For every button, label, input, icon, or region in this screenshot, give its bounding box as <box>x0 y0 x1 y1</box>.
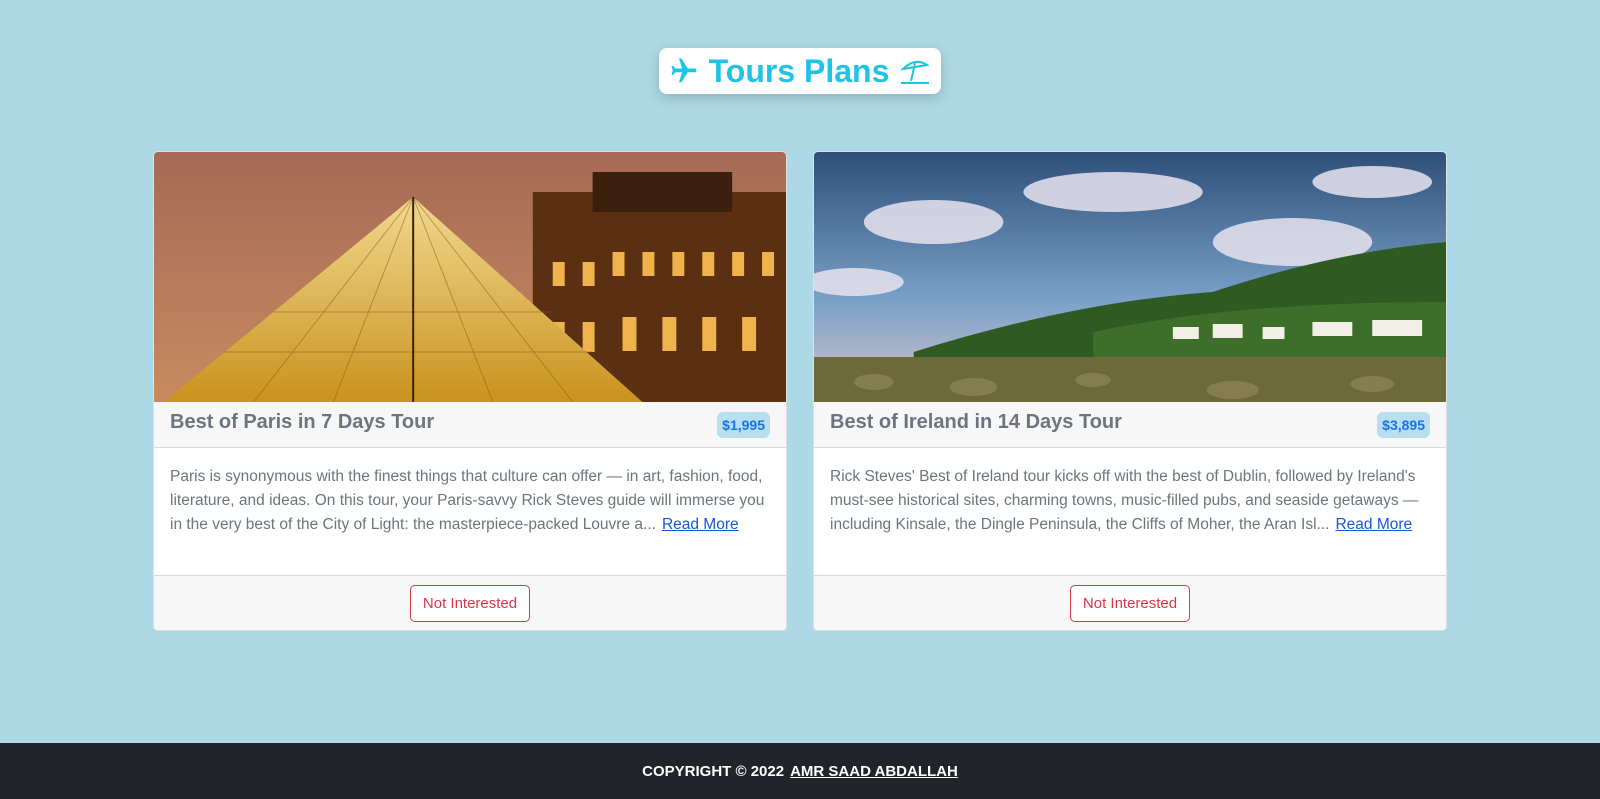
read-more-link[interactable]: Read More <box>1335 516 1412 533</box>
tour-description-block: Paris is synonymous with the finest thin… <box>154 448 786 576</box>
not-interested-button[interactable]: Not Interested <box>1069 584 1191 622</box>
page-title: Tours Plans <box>708 52 890 89</box>
tour-image-paris <box>154 152 786 402</box>
copyright-text: COPYRIGHT © 2022 <box>642 762 785 780</box>
price-badge: $3,895 <box>1377 411 1430 438</box>
tour-description: Rick Steves' Best of Ireland tour kicks … <box>830 468 1419 533</box>
footer: COPYRIGHT © 2022 AMR SAAD ABDALLAH <box>0 743 1600 799</box>
beach-umbrella-icon <box>899 55 931 87</box>
tour-card-footer: Not Interested <box>154 576 786 630</box>
tour-card-header: Best of Ireland in 14 Days Tour $3,895 <box>814 402 1446 448</box>
author-link[interactable]: AMR SAAD ABDALLAH <box>790 763 958 780</box>
tour-title: Best of Ireland in 14 Days Tour <box>830 411 1122 433</box>
tours-list: Best of Paris in 7 Days Tour $1,995 Pari… <box>0 151 1600 631</box>
not-interested-button[interactable]: Not Interested <box>409 584 531 622</box>
tour-card: Best of Ireland in 14 Days Tour $3,895 R… <box>813 151 1447 631</box>
page-title-box: Tours Plans <box>658 48 942 94</box>
tour-card-footer: Not Interested <box>814 576 1446 630</box>
tour-card-header: Best of Paris in 7 Days Tour $1,995 <box>154 402 786 448</box>
tour-image-ireland <box>814 152 1446 402</box>
airplane-icon <box>669 56 699 86</box>
tour-description-block: Rick Steves' Best of Ireland tour kicks … <box>814 448 1446 576</box>
tour-card: Best of Paris in 7 Days Tour $1,995 Pari… <box>153 151 787 631</box>
price-badge: $1,995 <box>717 411 770 438</box>
header: Tours Plans <box>0 0 1600 151</box>
read-more-link[interactable]: Read More <box>662 516 739 533</box>
tour-title: Best of Paris in 7 Days Tour <box>170 411 435 433</box>
